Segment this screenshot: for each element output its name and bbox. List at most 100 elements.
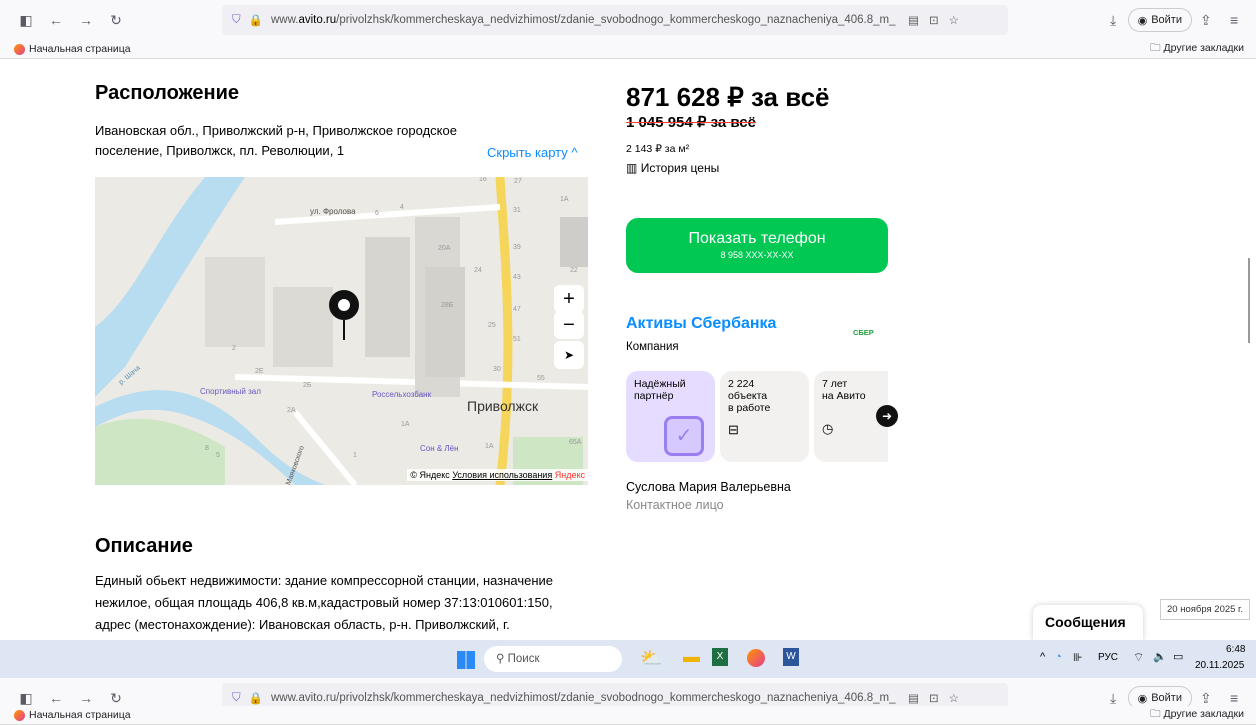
bookmark-home[interactable]: Начальная страница xyxy=(29,709,131,721)
map-copyright: © Яндекс Условия использования Яндекс xyxy=(407,469,588,481)
login-label: Войти xyxy=(1151,692,1182,704)
objects-card[interactable]: 2 224 объекта в работе ⊟ xyxy=(720,371,809,462)
menu-icon[interactable]: ≡ xyxy=(1230,12,1238,28)
star-icon[interactable]: ☆ xyxy=(949,691,959,705)
volume-icon[interactable]: 🔈 xyxy=(1153,650,1167,663)
map-marker-9: 43 xyxy=(513,274,521,281)
clock-icon: ◷ xyxy=(822,421,834,436)
address-bar[interactable]: ⛉ 🔒 www. avito.ru/privolzhsk/kommercheska… xyxy=(222,5,1008,35)
map-canvas xyxy=(95,177,588,485)
description-line-1: Единый обьект недвижимости: здание компр… xyxy=(95,573,554,588)
back-icon[interactable]: ← xyxy=(44,12,68,28)
map-marker-20: 2А xyxy=(287,407,296,414)
map-marker-12: 47 xyxy=(513,306,521,313)
messages-widget[interactable]: Сообщения xyxy=(1033,605,1143,640)
contact-role: Контактное лицо xyxy=(626,498,724,512)
map-marker-10: 22 xyxy=(570,267,578,274)
bookmark-other[interactable]: 🗀 Другие закладки xyxy=(1150,40,1244,58)
word-icon[interactable]: W xyxy=(783,648,799,666)
map-marker-7: 20А xyxy=(438,245,451,252)
wifi-icon[interactable]: ⌔ xyxy=(1133,650,1144,665)
menu-icon[interactable]: ≡ xyxy=(1230,690,1238,706)
price-per-m2: 2 143 ₽ за м² xyxy=(626,143,690,155)
reader-icon[interactable]: ▤ xyxy=(908,691,919,705)
shield-check-icon: ✓ xyxy=(664,416,704,456)
price-history-link[interactable]: ▥ История цены xyxy=(626,161,719,175)
bookmark-other[interactable]: 🗀 Другие закладки xyxy=(1150,706,1244,724)
map-marker-19: 55 xyxy=(537,375,545,382)
screenshot-icon[interactable]: ⊡ xyxy=(929,13,939,27)
map-marker-15: 51 xyxy=(513,336,521,343)
excel-icon[interactable]: X xyxy=(712,648,728,666)
city-label: Приволжск xyxy=(467,398,539,414)
widgets-icon[interactable]: ⛅ xyxy=(640,648,662,669)
hide-map-link[interactable]: Скрыть карту ^ xyxy=(487,142,577,164)
firefox-taskbar-icon[interactable] xyxy=(747,649,765,667)
bookmark-home[interactable]: Начальная страница xyxy=(29,43,131,55)
map-pin-icon xyxy=(329,290,359,320)
app-tray-icon[interactable]: ◔ xyxy=(1055,651,1062,663)
map-marker-6: 39 xyxy=(513,244,521,251)
card-objects-line-3: в работе xyxy=(728,402,771,414)
screenshot-icon[interactable]: ⊡ xyxy=(929,691,939,705)
cards-next-button[interactable]: ➜ xyxy=(876,405,898,427)
taskbar-search[interactable]: ⚲ Поиск xyxy=(484,646,622,672)
reload-icon[interactable]: ↻ xyxy=(104,690,128,707)
windows-icon[interactable] xyxy=(457,651,475,669)
bookmarks-bar: Начальная страница 🗀 Другие закладки xyxy=(0,40,1256,59)
forward-icon[interactable]: → xyxy=(74,12,98,28)
tabs-icon[interactable]: ◧ xyxy=(14,12,38,29)
date-tooltip: 20 ноября 2025 г. xyxy=(1160,599,1250,620)
back-icon[interactable]: ← xyxy=(44,690,68,706)
chart-icon: ▥ xyxy=(626,161,638,175)
tabs-icon[interactable]: ◧ xyxy=(14,690,38,707)
clock-date[interactable]: 20.11.2025 xyxy=(1195,660,1244,671)
download-icon[interactable]: ⤓ xyxy=(1110,690,1116,707)
star-icon[interactable]: ☆ xyxy=(949,13,959,27)
share-icon[interactable]: ⇪ xyxy=(1200,12,1212,29)
explorer-icon[interactable]: ▬ xyxy=(683,647,700,667)
clock-time[interactable]: 6:48 xyxy=(1226,644,1245,655)
sber-logo: СБЕР xyxy=(853,328,874,337)
pin-stem xyxy=(343,320,345,340)
tray-expand-icon[interactable]: ^ xyxy=(1040,651,1045,663)
card-years-line-2: на Авито xyxy=(822,390,866,402)
zoom-in-button[interactable]: + xyxy=(554,285,584,313)
map-marker-23: 8 xyxy=(205,445,209,452)
bookmark-other-label: Другие закладки xyxy=(1163,708,1244,720)
map-marker-16: 30 xyxy=(493,366,501,373)
map-marker-0: 16 xyxy=(479,177,487,183)
reliable-partner-card[interactable]: Надёжный партнёр ✓ xyxy=(626,371,715,462)
address-line-1: Ивановская обл., Приволжский р-н, Привол… xyxy=(95,123,457,138)
seller-name[interactable]: Активы Сбербанка xyxy=(626,315,776,333)
phone-mask: 8 958 XXX-XX-XX xyxy=(720,250,794,260)
share-icon[interactable]: ⇪ xyxy=(1200,690,1212,707)
language-indicator[interactable]: РУС xyxy=(1098,652,1118,663)
browser-toolbar: ◧ ← → ↻ ⛉ 🔒 www. avito.ru/privolzhsk/komm… xyxy=(0,0,1256,40)
zoom-out-button[interactable]: − xyxy=(554,311,584,339)
battery-icon[interactable]: ▭ xyxy=(1173,650,1183,663)
login-button[interactable]: ◉ Войти xyxy=(1127,8,1192,32)
map-marker-26: 1А xyxy=(485,443,494,450)
url-prefix: www. xyxy=(270,692,299,704)
map-marker-22: 65А xyxy=(569,439,582,446)
terms-link[interactable]: Условия использования xyxy=(452,470,552,480)
bookmark-other-label: Другие закладки xyxy=(1163,42,1244,54)
shop-label: Сон & Лён xyxy=(420,444,459,453)
firefox-icon xyxy=(14,709,25,721)
description-title: Описание xyxy=(95,535,193,557)
download-icon[interactable]: ⤓ xyxy=(1110,12,1116,29)
reader-icon[interactable]: ▤ xyxy=(908,13,919,27)
location-title: Расположение xyxy=(95,82,240,104)
address-line-2: поселение, Приволжск, пл. Революции, 1 xyxy=(95,143,345,158)
show-phone-button[interactable]: Показать телефон 8 958 XXX-XX-XX xyxy=(626,218,888,273)
geolocation-button[interactable]: ➤ xyxy=(554,341,584,369)
card-objects-line-2: объекта xyxy=(728,390,768,402)
map-marker-5: 4 xyxy=(400,204,404,211)
meet-icon[interactable]: ⊪ xyxy=(1073,651,1083,664)
copyright-text: © Яндекс xyxy=(410,470,450,480)
map[interactable]: + − ➤ ул. Фролова 16 27 1А 31 6 4 39 20А… xyxy=(95,177,588,485)
reload-icon[interactable]: ↻ xyxy=(104,12,128,29)
scrollbar[interactable] xyxy=(1248,258,1250,343)
forward-icon[interactable]: → xyxy=(74,690,98,706)
